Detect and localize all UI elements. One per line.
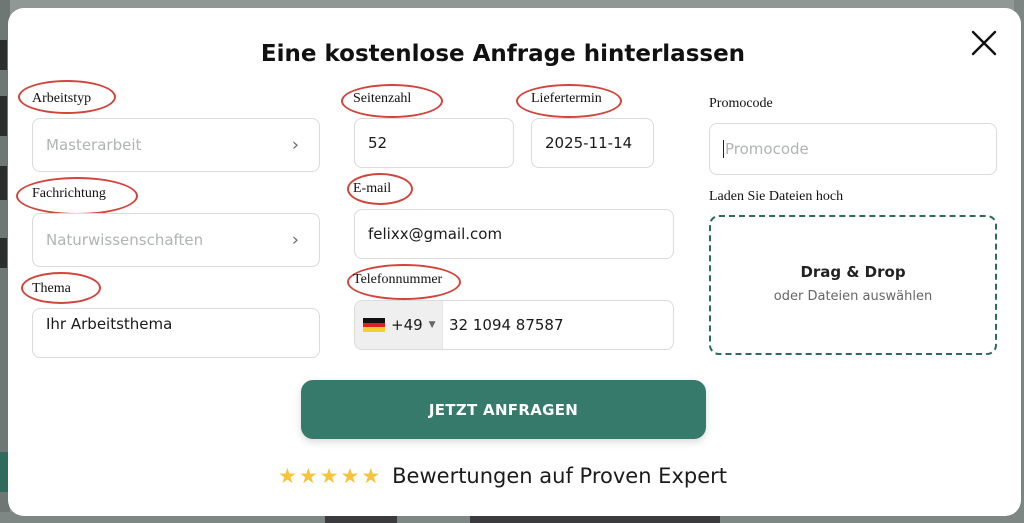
- caret-down-icon: ▼: [428, 320, 436, 330]
- promo-placeholder: Promocode: [725, 140, 809, 158]
- chevron-right-icon: ›: [291, 134, 299, 156]
- phone-value: 32 1094 87587: [449, 316, 564, 334]
- promo-input[interactable]: Promocode: [709, 123, 997, 175]
- label-work-type: Arbeitstyp: [32, 91, 92, 106]
- star-icon: ★: [319, 464, 339, 488]
- star-icon: ★: [340, 464, 360, 488]
- pages-input[interactable]: 52: [354, 118, 514, 168]
- chevron-right-icon: ›: [291, 229, 299, 251]
- file-dropzone[interactable]: Drag & Drop oder Dateien auswählen: [709, 215, 997, 355]
- label-pages: Seitenzahl: [353, 91, 412, 106]
- deadline-input[interactable]: 2025-11-14: [531, 118, 654, 168]
- country-code-select[interactable]: +49 ▼: [355, 301, 443, 349]
- star-icon: ★: [298, 464, 318, 488]
- topic-textarea[interactable]: Ihr Arbeitsthema: [32, 308, 320, 358]
- rating-text: Bewertungen auf Proven Expert: [392, 464, 727, 488]
- email-input[interactable]: felixx@gmail.com: [354, 209, 674, 259]
- phone-input[interactable]: +49 ▼ 32 1094 87587: [354, 300, 674, 350]
- field-value: Naturwissenschaften: [46, 231, 204, 249]
- label-field: Fachrichtung: [32, 186, 106, 201]
- dropzone-subtitle: oder Dateien auswählen: [773, 289, 933, 304]
- email-value: felixx@gmail.com: [368, 225, 503, 243]
- country-code-value: +49: [391, 316, 423, 334]
- label-topic: Thema: [32, 281, 71, 296]
- submit-button[interactable]: JETZT ANFRAGEN: [301, 380, 706, 439]
- modal-title: Eine kostenlose Anfrage hinterlassen: [260, 41, 746, 67]
- star-icon: ★: [278, 464, 297, 488]
- label-promo: Promocode: [709, 96, 773, 111]
- dropzone-title: Drag & Drop: [800, 263, 906, 281]
- deadline-value: 2025-11-14: [545, 134, 633, 152]
- work-type-value: Masterarbeit: [46, 136, 142, 154]
- topic-value: Ihr Arbeitsthema: [46, 315, 173, 333]
- label-upload: Laden Sie Dateien hoch: [709, 189, 844, 204]
- label-email: E-mail: [353, 181, 392, 196]
- pages-value: 52: [368, 134, 388, 152]
- work-type-select[interactable]: Masterarbeit ›: [32, 118, 320, 172]
- rating-row[interactable]: ★ ★ ★ ★ ★ Bewertungen auf Proven Expert: [278, 464, 727, 488]
- germany-flag-icon: [363, 318, 385, 333]
- star-icon: ★: [361, 464, 381, 488]
- field-select[interactable]: Naturwissenschaften ›: [32, 213, 320, 267]
- text-cursor: [723, 140, 724, 158]
- request-modal: Eine kostenlose Anfrage hinterlassen Arb…: [8, 8, 1021, 516]
- close-icon[interactable]: [969, 28, 999, 58]
- label-phone: Telefonnummer: [353, 272, 443, 287]
- label-deadline: Liefertermin: [531, 91, 602, 106]
